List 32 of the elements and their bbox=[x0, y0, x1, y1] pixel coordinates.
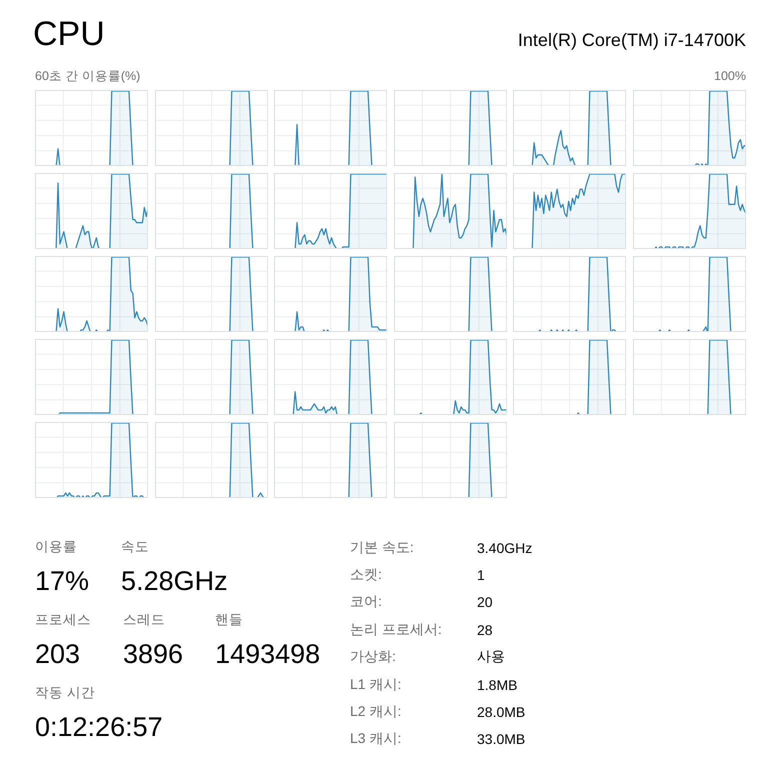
stat-label: 핸들 bbox=[215, 611, 244, 629]
stat-value: 1493498 bbox=[215, 638, 320, 671]
stat-value: 17% bbox=[35, 565, 90, 598]
detail-label: 코어: bbox=[350, 593, 382, 612]
detail-value: 1.8MB bbox=[477, 676, 518, 693]
detail-label: L2 캐시: bbox=[350, 703, 402, 722]
stat-label: 프로세스 bbox=[35, 611, 91, 629]
detail-value: 28 bbox=[477, 622, 493, 638]
graph-max-label: 100% bbox=[714, 68, 746, 84]
detail-value: 20 bbox=[477, 594, 493, 610]
stat-label: 작동 시간 bbox=[35, 684, 96, 702]
detail-value: 28.0MB bbox=[477, 704, 526, 720]
processor-name: Intel(R) Core(TM) i7-14700K bbox=[518, 29, 746, 52]
detail-label: 논리 프로세서: bbox=[350, 620, 442, 639]
detail-label: 소켓: bbox=[350, 566, 382, 584]
stat-label: 스레드 bbox=[123, 611, 166, 629]
detail-label: L3 캐시: bbox=[350, 730, 402, 748]
detail-value: 1 bbox=[477, 567, 485, 584]
detail-value: 3.40GHz bbox=[477, 540, 532, 556]
stat-label: 속도 bbox=[121, 538, 150, 556]
stat-value: 203 bbox=[35, 638, 82, 671]
stat-value: 3896 bbox=[123, 638, 184, 671]
stat-value: 5.28GHz bbox=[121, 565, 228, 598]
detail-label: 가상화: bbox=[350, 648, 396, 666]
detail-label: L1 캐시: bbox=[350, 676, 402, 694]
cpu-title: CPU bbox=[33, 14, 105, 54]
graph-caption: 60초 간 이용률(%) bbox=[35, 68, 140, 84]
detail-label: 기본 속도: bbox=[350, 538, 414, 557]
detail-value: 사용 bbox=[477, 648, 505, 666]
stat-label: 이용률 bbox=[35, 538, 78, 556]
stat-value: 0:12:26:57 bbox=[35, 711, 163, 744]
detail-value: 33.0MB bbox=[477, 731, 526, 748]
